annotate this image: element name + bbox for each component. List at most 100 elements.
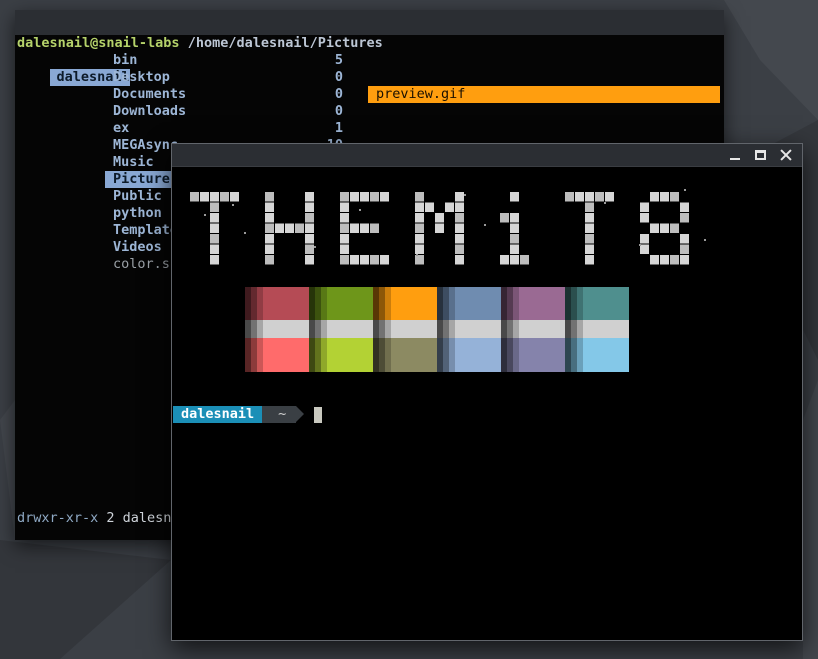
- maximize-icon[interactable]: [755, 150, 766, 160]
- status-permissions: drwxr-xr-x: [17, 510, 99, 526]
- logo-pixel: [340, 244, 349, 254]
- logo-pixel: [445, 202, 454, 212]
- list-item[interactable]: Documents 0: [105, 86, 351, 103]
- list-item[interactable]: ex 1: [105, 120, 351, 137]
- list-item[interactable]: bin 5: [105, 52, 351, 69]
- logo-pixel: [200, 192, 209, 202]
- entry-count: 1: [334, 120, 343, 136]
- logo-speck: [204, 214, 206, 216]
- logo-pixel: [455, 192, 464, 202]
- logo-pixel: [340, 192, 349, 202]
- logo-pixel: [340, 234, 349, 244]
- preview-selected-file[interactable]: preview.gif: [368, 86, 720, 103]
- ranger-titlebar[interactable]: [15, 10, 724, 35]
- logo-pixel: [380, 255, 389, 265]
- logo-pixel: [265, 234, 274, 244]
- close-icon[interactable]: [780, 149, 792, 161]
- logo-letter: [265, 192, 314, 265]
- list-item[interactable]: Desktop 0: [105, 69, 351, 86]
- logo-pixel: [585, 202, 594, 212]
- logo-pixel: [660, 255, 669, 265]
- logo-speck: [684, 189, 686, 191]
- minimize-icon[interactable]: [729, 149, 741, 161]
- status-line: drwxr-xr-x 2 dalesnail: [17, 510, 196, 527]
- logo-pixel: [500, 213, 509, 223]
- logo-pixel: [265, 244, 274, 254]
- logo-pixel: [415, 213, 424, 223]
- entry-name: Desktop: [113, 69, 170, 85]
- path-user: dalesnail@snail-labs: [17, 35, 180, 51]
- logo-pixel: [455, 234, 464, 244]
- logo-pixel: [650, 192, 659, 202]
- logo-pixel: [360, 223, 369, 233]
- entry-name: Videos: [113, 239, 162, 255]
- path-dir: /home/dalesnail/Pictures: [179, 35, 383, 51]
- logo-pixel: [455, 213, 464, 223]
- logo-pixel: [640, 234, 649, 244]
- logo-pixel: [285, 223, 294, 233]
- logo-pixel: [510, 223, 519, 233]
- logo-pixel: [510, 255, 519, 265]
- logo-pixel: [295, 223, 304, 233]
- logo-pixel: [380, 192, 389, 202]
- logo-pixel: [305, 223, 314, 233]
- logo-pixel: [305, 234, 314, 244]
- logo-pixel: [660, 192, 669, 202]
- logo-letter: [500, 192, 529, 265]
- logo-pixel: [585, 244, 594, 254]
- termite-terminal-window[interactable]: dalesnail ~: [171, 143, 803, 641]
- logo-pixel: [585, 223, 594, 233]
- logo-pixel: [210, 255, 219, 265]
- entry-name: Documents: [113, 86, 187, 102]
- logo-pixel: [565, 192, 574, 202]
- logo-pixel: [605, 192, 614, 202]
- logo-pixel: [510, 213, 519, 223]
- logo-letter: [415, 192, 464, 265]
- palette-swatch: [245, 287, 309, 372]
- logo-pixel: [210, 202, 219, 212]
- text-cursor: [314, 406, 323, 423]
- logo-pixel: [640, 244, 649, 254]
- logo-pixel: [425, 202, 434, 212]
- logo-pixel: [585, 234, 594, 244]
- palette-swatch: [309, 287, 373, 372]
- logo-pixel: [265, 223, 274, 233]
- logo-pixel: [370, 255, 379, 265]
- logo-pixel: [585, 255, 594, 265]
- logo-pixel: [340, 202, 349, 212]
- entry-name: python: [113, 205, 162, 221]
- logo-pixel: [680, 255, 689, 265]
- logo-pixel: [275, 223, 284, 233]
- logo-pixel: [340, 255, 349, 265]
- logo-pixel: [520, 255, 529, 265]
- entry-count: 0: [334, 69, 343, 85]
- termite-ascii-logo: [190, 189, 706, 265]
- entry-count: 0: [334, 103, 343, 119]
- logo-pixel: [370, 192, 379, 202]
- list-item[interactable]: Downloads 0: [105, 103, 351, 120]
- logo-pixel: [265, 202, 274, 212]
- logo-pixel: [305, 192, 314, 202]
- logo-letter: [190, 192, 239, 265]
- logo-pixel: [640, 213, 649, 223]
- logo-pixel: [265, 213, 274, 223]
- logo-pixel: [305, 244, 314, 254]
- entry-name: Public: [113, 188, 162, 204]
- logo-pixel: [190, 192, 199, 202]
- logo-pixel: [650, 255, 659, 265]
- logo-pixel: [680, 202, 689, 212]
- logo-pixel: [230, 192, 239, 202]
- entry-count: 0: [334, 86, 343, 102]
- logo-speck: [464, 194, 466, 196]
- logo-pixel: [415, 202, 424, 212]
- logo-pixel: [670, 223, 679, 233]
- logo-pixel: [415, 192, 424, 202]
- logo-speck: [314, 246, 316, 248]
- logo-pixel: [585, 192, 594, 202]
- logo-pixel: [220, 192, 229, 202]
- logo-speck: [604, 202, 606, 204]
- logo-pixel: [650, 223, 659, 233]
- termite-titlebar[interactable]: [172, 144, 802, 167]
- shell-prompt[interactable]: dalesnail ~: [173, 406, 323, 423]
- entry-name: ex: [113, 120, 130, 136]
